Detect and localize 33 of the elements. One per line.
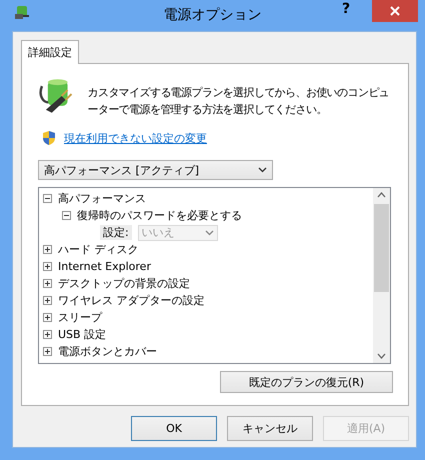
description-text: カスタマイズする電源プランを選択してから、お使いのコンピューターで電源を管理する方法を選択してください。 <box>87 85 390 118</box>
tree-item[interactable]: 電源ボタンとカバー <box>58 344 157 359</box>
expand-icon[interactable] <box>43 296 52 305</box>
collapse-icon[interactable] <box>43 194 52 203</box>
plug-icon <box>14 5 32 21</box>
expand-icon[interactable] <box>43 262 52 271</box>
restore-button[interactable]: 既定のプランの復元(R) <box>220 371 393 393</box>
expand-icon[interactable] <box>43 347 52 356</box>
tree-item[interactable]: 高パフォーマンス <box>58 191 146 206</box>
dialog-button[interactable]: キャンセル <box>227 416 313 441</box>
close-button[interactable] <box>372 0 418 22</box>
tree-item[interactable]: 復帰時のパスワードを必要とする <box>77 208 242 223</box>
collapse-icon[interactable] <box>62 211 71 220</box>
tree-item[interactable]: スリープ <box>58 310 102 325</box>
expand-icon[interactable] <box>43 245 52 254</box>
plan-dropdown[interactable]: 高パフォーマンス [アクティブ] <box>38 160 273 180</box>
expand-icon[interactable] <box>43 330 52 339</box>
help-button[interactable]: ? <box>342 1 350 17</box>
setting-label: 設定: <box>100 225 132 240</box>
close-icon <box>390 6 400 16</box>
tree-item[interactable]: Internet Explorer <box>58 260 151 273</box>
tree-item[interactable]: ハード ディスク <box>58 242 138 257</box>
window-title: 電源オプション <box>164 6 262 24</box>
settings-link[interactable]: 現在利用できない設定の変更 <box>64 130 207 146</box>
scrollbar[interactable] <box>373 188 390 363</box>
expand-icon[interactable] <box>43 313 52 322</box>
expand-icon[interactable] <box>43 279 52 288</box>
dialog-button[interactable]: OK <box>131 416 217 441</box>
tab[interactable]: 詳細設定 <box>21 40 79 64</box>
tree-item[interactable]: デスクトップの背景の設定 <box>58 276 190 291</box>
tree-item[interactable]: USB 設定 <box>58 327 106 342</box>
tree-item[interactable]: ワイヤレス アダプターの設定 <box>58 293 204 308</box>
shield-icon <box>42 130 56 146</box>
